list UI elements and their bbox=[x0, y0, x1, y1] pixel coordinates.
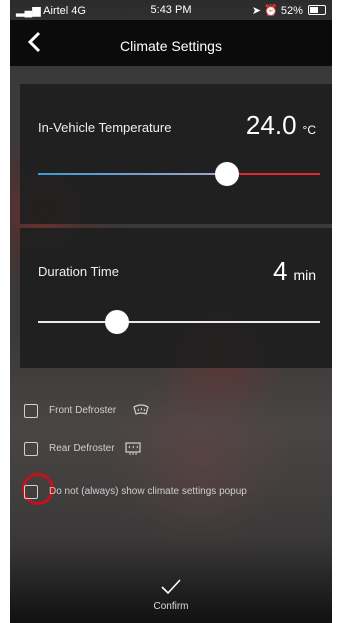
temperature-value: 24.0 °C bbox=[246, 110, 316, 141]
duration-label: Duration Time bbox=[38, 264, 119, 279]
rear-defroster-option[interactable]: Rear Defroster bbox=[24, 440, 224, 460]
rear-defroster-label: Rear Defroster bbox=[49, 443, 115, 454]
front-defroster-label: Front Defroster bbox=[49, 405, 117, 416]
hide-popup-checkbox[interactable] bbox=[24, 485, 38, 499]
status-bar: ▂▄▆ Airtel 4G 5:43 PM ➤ ⏰ 52% bbox=[10, 0, 332, 20]
temperature-track-low bbox=[38, 173, 227, 175]
rear-defroster-icon bbox=[125, 442, 141, 455]
temperature-unit: °C bbox=[302, 123, 316, 137]
checkmark-icon bbox=[161, 579, 181, 595]
location-icon: ➤ bbox=[251, 5, 262, 17]
duration-slider[interactable] bbox=[38, 310, 320, 334]
phone-screen: ▂▄▆ Airtel 4G 5:43 PM ➤ ⏰ 52% Climate Se… bbox=[10, 0, 332, 623]
front-defroster-icon bbox=[133, 404, 149, 415]
temperature-card: In-Vehicle Temperature 24.0 °C bbox=[20, 84, 332, 224]
front-defroster-option[interactable]: Front Defroster bbox=[24, 402, 224, 422]
temperature-slider[interactable] bbox=[38, 162, 320, 186]
rear-defroster-checkbox[interactable] bbox=[24, 442, 38, 456]
hide-popup-label: Do not (always) show climate settings po… bbox=[49, 486, 247, 497]
duration-value: 4 min bbox=[273, 256, 316, 287]
page-title: Climate Settings bbox=[120, 38, 222, 54]
duration-unit: min bbox=[293, 267, 316, 283]
temperature-number: 24.0 bbox=[245, 110, 297, 140]
confirm-button[interactable]: Confirm bbox=[10, 572, 332, 620]
temperature-track-high bbox=[227, 173, 320, 175]
duration-slider-thumb[interactable] bbox=[105, 310, 129, 334]
status-right: ➤ ⏰ 52% bbox=[252, 4, 326, 17]
alarm-icon: ⏰ bbox=[264, 5, 278, 17]
temperature-slider-thumb[interactable] bbox=[215, 162, 239, 186]
confirm-label: Confirm bbox=[153, 601, 189, 612]
temperature-label: In-Vehicle Temperature bbox=[38, 120, 172, 135]
battery-percent: 52% bbox=[280, 5, 303, 17]
battery-icon bbox=[308, 5, 326, 15]
navigation-bar: Climate Settings bbox=[10, 20, 332, 66]
duration-number: 4 bbox=[272, 256, 288, 286]
duration-card: Duration Time 4 min bbox=[20, 228, 332, 368]
duration-track bbox=[38, 321, 320, 323]
hide-popup-option[interactable]: Do not (always) show climate settings po… bbox=[22, 473, 324, 505]
front-defroster-checkbox[interactable] bbox=[24, 404, 38, 418]
